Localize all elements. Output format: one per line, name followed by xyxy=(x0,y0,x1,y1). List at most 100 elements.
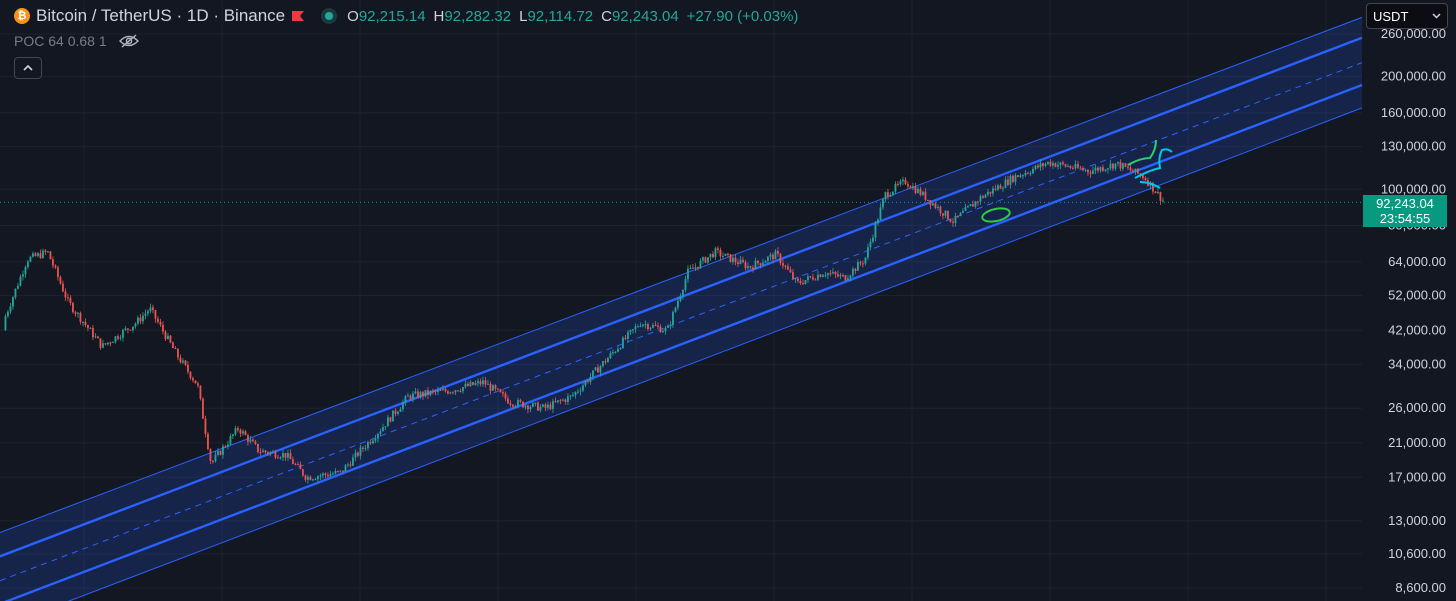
candle-body xyxy=(12,297,14,307)
candle-body xyxy=(17,285,19,289)
candle-body xyxy=(374,438,377,441)
candle-body xyxy=(637,326,639,328)
candle-body xyxy=(109,342,112,344)
symbol-title[interactable]: Bitcoin / TetherUS · 1D · Binance xyxy=(36,6,285,26)
candle-body xyxy=(1049,161,1052,166)
candle-body xyxy=(442,389,444,391)
candle-body xyxy=(362,447,364,449)
ohlc-values: O92,215.14 H92,282.32 L92,114.72 C92,243… xyxy=(347,8,798,25)
candle-body xyxy=(404,396,407,403)
candle-body xyxy=(129,329,132,331)
candle-body xyxy=(1134,168,1137,172)
candle-body xyxy=(202,398,204,419)
candle-body xyxy=(1002,187,1004,189)
candle-body xyxy=(192,378,194,381)
candle-body xyxy=(347,464,349,466)
candle-body xyxy=(669,324,672,326)
candle-body xyxy=(94,336,97,338)
candle-body xyxy=(589,376,592,382)
candle-body xyxy=(1084,169,1087,171)
candle-body xyxy=(877,219,879,224)
candle-body xyxy=(412,393,414,399)
candle-body xyxy=(214,454,217,462)
candle-body xyxy=(924,191,927,200)
candle-body xyxy=(607,357,609,363)
candle-body xyxy=(884,192,887,200)
indicator-legend[interactable]: POC 64 0.68 1 xyxy=(14,33,139,49)
candle-body xyxy=(212,460,214,462)
candle-body xyxy=(54,265,57,268)
candle-body xyxy=(1037,165,1039,168)
ohlc-low: L92,114.72 xyxy=(519,7,594,25)
candle-body xyxy=(604,361,607,363)
candle-body xyxy=(869,241,872,248)
candle-body xyxy=(1129,167,1132,171)
candle-body xyxy=(707,257,709,263)
candle-body xyxy=(399,409,402,412)
candle-body xyxy=(329,474,332,477)
candle-body xyxy=(364,448,367,450)
candle-body xyxy=(252,439,254,442)
candle-body xyxy=(937,206,939,208)
candle-body xyxy=(1052,163,1054,166)
eye-hidden-icon[interactable] xyxy=(118,34,139,48)
candle-body xyxy=(909,186,912,189)
y-axis-tick-label: 160,000.00 xyxy=(1381,105,1446,120)
candle-body xyxy=(677,300,679,308)
candle-body xyxy=(602,361,604,367)
channel-outer-upper-line xyxy=(0,16,1363,533)
candle-body xyxy=(199,385,202,399)
candle-body xyxy=(82,321,84,323)
candle-body xyxy=(834,272,837,275)
candle-body xyxy=(39,253,42,259)
candle-body xyxy=(437,390,439,392)
candle-body xyxy=(512,404,514,407)
candle-body xyxy=(1062,162,1064,165)
candle-body xyxy=(567,396,569,403)
candle-body xyxy=(1029,173,1032,175)
candle-body xyxy=(402,402,404,410)
candle-body xyxy=(119,337,122,339)
candle-body xyxy=(519,400,522,402)
collapse-legend-button[interactable] xyxy=(14,57,42,79)
candle-body xyxy=(872,237,874,242)
candle-body xyxy=(99,338,102,348)
candle-body xyxy=(587,380,589,382)
candle-body xyxy=(689,267,692,269)
candle-body xyxy=(994,188,997,190)
candle-body xyxy=(464,383,467,388)
candle-body xyxy=(159,322,162,325)
candle-body xyxy=(277,457,279,459)
candle-body xyxy=(842,275,844,277)
candle-body xyxy=(59,277,62,284)
candle-body xyxy=(64,291,67,298)
candle-body xyxy=(1122,163,1124,169)
candle-body xyxy=(819,274,822,277)
candle-body xyxy=(704,257,707,263)
candle-body xyxy=(624,337,627,339)
candle-body xyxy=(539,406,542,411)
candle-body xyxy=(377,433,379,439)
candle-body xyxy=(817,274,819,280)
candle-body xyxy=(1107,168,1109,170)
price-chart[interactable]: 260,000.00200,000.00160,000.00130,000.00… xyxy=(0,0,1456,601)
candle-body xyxy=(797,278,799,281)
candle-body xyxy=(654,324,657,326)
currency-select[interactable]: USDT xyxy=(1366,3,1448,29)
candle-body xyxy=(972,204,974,207)
candle-body xyxy=(634,326,637,330)
candle-body xyxy=(452,392,454,394)
candle-body xyxy=(269,452,272,454)
candle-body xyxy=(62,283,64,292)
candle-body xyxy=(642,324,644,327)
candle-body xyxy=(139,317,142,322)
candle-body xyxy=(534,402,537,404)
candle-body xyxy=(1024,172,1027,176)
candle-body xyxy=(309,476,312,481)
candle-body xyxy=(27,261,29,268)
candle-body xyxy=(1047,161,1049,164)
flag-icon[interactable] xyxy=(291,10,305,22)
candle-body xyxy=(317,476,319,480)
candle-body xyxy=(87,325,89,329)
candle-body xyxy=(172,342,174,349)
